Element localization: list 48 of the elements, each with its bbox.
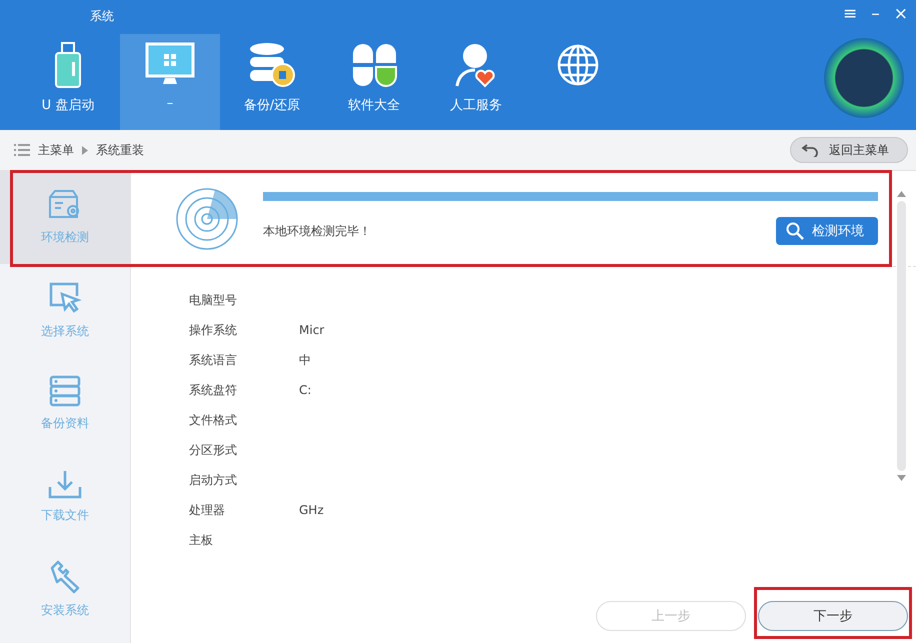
info-label: 处理器 (189, 502, 226, 518)
info-value: Micr (299, 323, 324, 337)
sidebar-item[interactable]: 安装系统 (0, 543, 130, 636)
window-title: 系统 (90, 8, 114, 25)
nav-tab[interactable]: 备份/还原 (222, 34, 322, 130)
cursor-icon (48, 281, 82, 315)
nav-tab[interactable]: U 盘启动 (18, 34, 118, 130)
sidebar-item[interactable]: 下载文件 (0, 450, 130, 543)
sidebar-item[interactable]: 备份资料 (0, 357, 130, 450)
radar-icon (175, 186, 239, 250)
database-icon (247, 42, 297, 88)
window-control[interactable]: ≡ (843, 4, 858, 24)
scroll-up-icon (897, 191, 906, 197)
info-label: 启动方式 (189, 472, 238, 488)
nav-tab[interactable]: 软件大全 (324, 34, 424, 130)
window-control[interactable]: – (871, 4, 880, 24)
search-icon (786, 222, 804, 240)
download-icon (48, 469, 82, 499)
server-stack-icon (49, 375, 81, 407)
breadcrumb-current: 系统重装 (96, 142, 144, 158)
info-value: 中 (299, 352, 311, 368)
wrench-icon (48, 560, 82, 594)
scrollbar-thumb[interactable] (897, 201, 906, 471)
status-message: 本地环境检测完毕！ (263, 222, 371, 240)
globe-icon (556, 43, 600, 87)
info-label: 电脑型号 (189, 292, 238, 308)
info-label: 主板 (189, 532, 214, 548)
sidebar-item[interactable]: 选择系统 (0, 264, 130, 357)
breadcrumb-arrow-icon (82, 146, 88, 154)
check-environment-button[interactable]: 检测环境 (776, 217, 878, 245)
next-step-button[interactable]: 下一步 (758, 601, 908, 631)
info-value: C: (299, 383, 312, 397)
info-label: 系统盘符 (189, 382, 238, 398)
info-label: 文件格式 (189, 412, 238, 428)
info-label: 分区形式 (189, 442, 238, 458)
info-label: 系统语言 (189, 352, 238, 368)
window-control[interactable]: × (894, 4, 908, 24)
info-label: 操作系统 (189, 322, 238, 338)
four-leaf-icon (351, 42, 397, 88)
list-icon (14, 144, 30, 156)
breadcrumb-link[interactable]: 主菜单 (38, 142, 74, 158)
nav-tab[interactable]: – (120, 34, 220, 130)
info-value: GHz (299, 503, 324, 517)
scroll-down-icon (897, 475, 906, 481)
usb-drive-icon (53, 42, 83, 88)
back-button[interactable]: 返回主菜单 (790, 137, 908, 163)
nav-tab[interactable]: 人工服务 (426, 34, 526, 130)
return-arrow-icon (801, 143, 819, 157)
